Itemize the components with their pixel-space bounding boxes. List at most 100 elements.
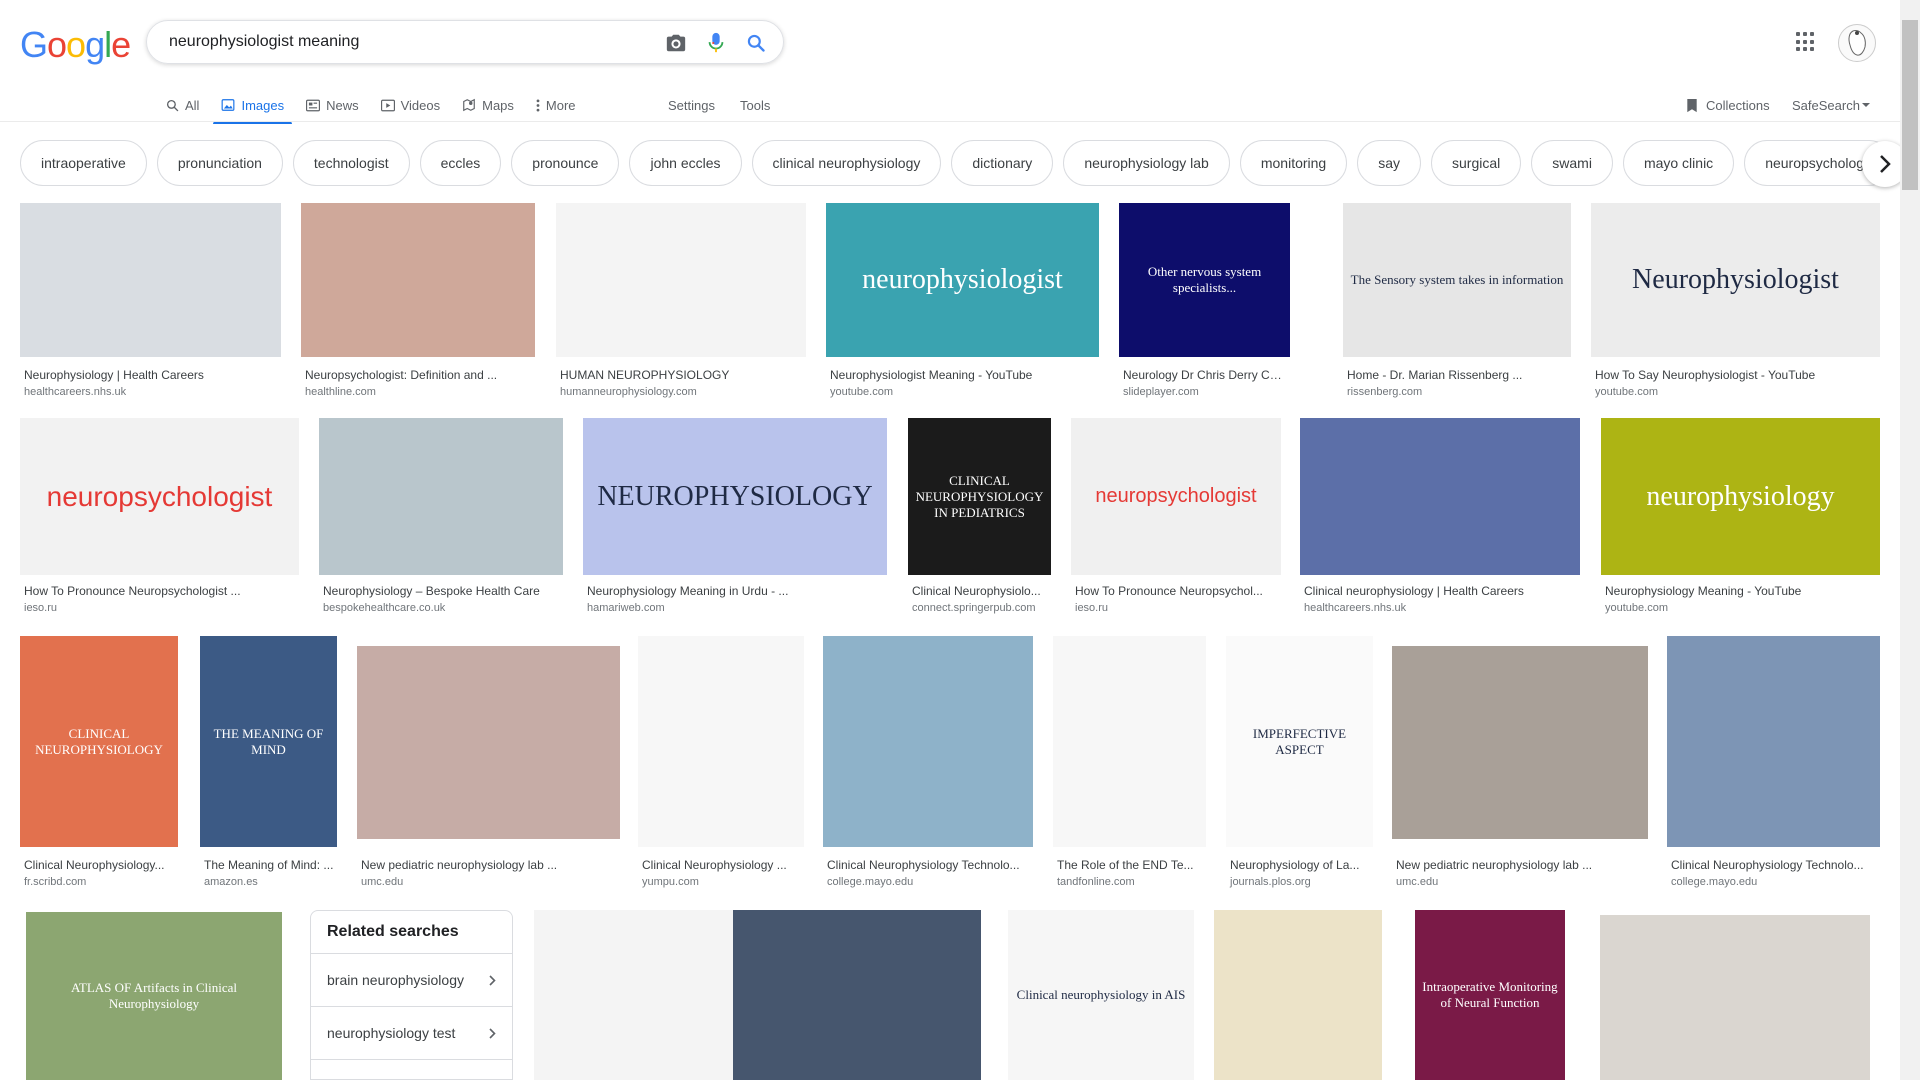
chevron-right-icon xyxy=(1878,154,1892,174)
result-title[interactable]: How To Pronounce Neuropsychologist ... xyxy=(24,584,297,598)
chip-pronounce[interactable]: pronounce xyxy=(511,140,620,186)
result-thumbnail[interactable]: ATLAS OF Artifacts in Clinical Neurophys… xyxy=(26,912,282,1080)
result-thumbnail[interactable] xyxy=(319,418,563,575)
result-title[interactable]: Clinical Neurophysiology... xyxy=(24,858,176,872)
chip-neurophysiology-lab[interactable]: neurophysiology lab xyxy=(1063,140,1230,186)
result-title[interactable]: Home - Dr. Marian Rissenberg ... xyxy=(1347,368,1569,382)
tools-link[interactable]: Tools xyxy=(740,88,770,122)
result-title[interactable]: Neurophysiology Meaning - YouTube xyxy=(1605,584,1878,598)
result-thumbnail[interactable] xyxy=(1053,636,1206,847)
chip-swami[interactable]: swami xyxy=(1531,140,1613,186)
chip-technologist[interactable]: technologist xyxy=(292,140,410,186)
result-title[interactable]: Clinical Neurophysiology ... xyxy=(642,858,802,872)
chip-clinical-neurophysiology[interactable]: clinical neurophysiology xyxy=(751,140,942,186)
tab-maps[interactable]: Maps xyxy=(462,88,514,122)
video-icon xyxy=(380,99,395,112)
result-title[interactable]: Neurophysiology – Bespoke Health Care xyxy=(323,584,561,598)
result-title[interactable]: Clinical neurophysiology | Health Career… xyxy=(1304,584,1578,598)
search-box[interactable] xyxy=(146,20,784,64)
result-thumbnail[interactable] xyxy=(20,203,281,357)
result-thumbnail[interactable]: IMPERFECTIVE ASPECT xyxy=(1226,636,1373,847)
result-title[interactable]: Clinical Neurophysiology Technolo... xyxy=(827,858,1031,872)
result-thumbnail[interactable] xyxy=(1392,646,1648,839)
result-title[interactable]: How To Pronounce Neuropsychol... xyxy=(1075,584,1279,598)
result-thumbnail[interactable] xyxy=(1214,910,1382,1080)
result-thumbnail[interactable]: Neurophysiologist xyxy=(1591,203,1880,357)
result-title[interactable]: New pediatric neurophysiology lab ... xyxy=(1396,858,1646,872)
result-thumbnail[interactable]: CLINICAL NEUROPHYSIOLOGY xyxy=(20,636,178,847)
tab-all[interactable]: All xyxy=(166,88,199,122)
result-source: umc.edu xyxy=(361,876,404,888)
image-icon xyxy=(221,98,235,112)
tab-videos[interactable]: Videos xyxy=(380,88,440,122)
result-source: healthcareers.nhs.uk xyxy=(24,386,127,398)
result-thumbnail[interactable]: Intraoperative Monitoring of Neural Func… xyxy=(1415,910,1565,1080)
search-icon[interactable] xyxy=(745,32,767,54)
result-title[interactable]: Clinical Neurophysiology Technolo... xyxy=(1671,858,1878,872)
related-search-item[interactable]: neurophysiology test xyxy=(311,1007,512,1060)
chip-intraoperative[interactable]: intraoperative xyxy=(20,140,147,186)
thumbnail-text: ATLAS OF Artifacts in Clinical Neurophys… xyxy=(70,980,238,1011)
result-title[interactable]: Neurophysiology | Health Careers xyxy=(24,368,279,382)
tab-more[interactable]: More xyxy=(536,88,576,122)
google-apps-icon[interactable] xyxy=(1796,32,1816,52)
result-thumbnail[interactable] xyxy=(1600,915,1870,1080)
microphone-icon[interactable] xyxy=(705,32,727,54)
result-thumbnail[interactable]: neurophysiologist xyxy=(826,203,1099,357)
result-thumbnail[interactable] xyxy=(1300,418,1580,575)
result-title[interactable]: Neuropsychologist: Definition and ... xyxy=(305,368,533,382)
chip-eccles[interactable]: eccles xyxy=(419,140,502,186)
result-thumbnail[interactable]: neurophysiology xyxy=(1601,418,1880,575)
result-thumbnail[interactable]: neuropsychologist xyxy=(1071,418,1281,575)
result-source: umc.edu xyxy=(1396,876,1439,888)
chip-mayo-clinic[interactable]: mayo clinic xyxy=(1622,140,1735,186)
result-thumbnail[interactable] xyxy=(733,910,981,1080)
tab-label: All xyxy=(185,97,200,113)
chip-john-eccles[interactable]: john eccles xyxy=(629,140,742,186)
collections-button[interactable]: Collections xyxy=(1686,88,1770,122)
result-thumbnail[interactable]: CLINICAL NEUROPHYSIOLOGY IN PEDIATRICS xyxy=(908,418,1051,575)
result-title[interactable]: Clinical Neurophysiolo... xyxy=(912,584,1049,598)
related-search-item[interactable]: brain neurophysiology xyxy=(311,954,512,1007)
result-thumbnail[interactable]: neuropsychologist xyxy=(20,418,299,575)
logo-letter: o xyxy=(66,24,86,65)
result-title[interactable]: Neurology Dr Chris Derry Consul... xyxy=(1123,368,1288,382)
result-title[interactable]: Neurophysiologist Meaning - YouTube xyxy=(830,368,1097,382)
related-search-label: brain neurophysiology xyxy=(327,972,464,988)
chip-pronunciation[interactable]: pronunciation xyxy=(156,140,283,186)
chip-surgical[interactable]: surgical xyxy=(1431,140,1522,186)
result-thumbnail[interactable] xyxy=(1667,636,1880,847)
result-title[interactable]: The Meaning of Mind: ... xyxy=(204,858,335,872)
result-title[interactable]: New pediatric neurophysiology lab ... xyxy=(361,858,618,872)
result-thumbnail[interactable] xyxy=(301,203,535,357)
tab-news[interactable]: News xyxy=(306,88,359,122)
result-title[interactable]: Neurophysiology Meaning in Urdu - ... xyxy=(587,584,885,598)
result-thumbnail[interactable] xyxy=(357,646,620,839)
result-thumbnail[interactable] xyxy=(534,910,734,1080)
result-title[interactable]: Neurophysiology of La... xyxy=(1230,858,1371,872)
result-title[interactable]: The Role of the END Te... xyxy=(1057,858,1204,872)
result-thumbnail[interactable]: Other nervous system specialists... xyxy=(1119,203,1290,357)
safesearch-dropdown[interactable]: SafeSearch xyxy=(1792,88,1870,122)
search-input[interactable] xyxy=(167,32,631,52)
scrollbar-thumb[interactable] xyxy=(1902,20,1918,190)
result-title[interactable]: How To Say Neurophysiologist - YouTube xyxy=(1595,368,1878,382)
camera-icon[interactable] xyxy=(665,32,687,54)
google-logo[interactable]: Google xyxy=(20,24,131,66)
chip-say[interactable]: say xyxy=(1357,140,1422,186)
chip-monitoring[interactable]: monitoring xyxy=(1239,140,1348,186)
chip-dictionary[interactable]: dictionary xyxy=(951,140,1054,186)
tab-images[interactable]: Images xyxy=(213,88,292,124)
result-thumbnail[interactable]: NEUROPHYSIOLOGY xyxy=(583,418,887,575)
result-thumbnail[interactable]: Clinical neurophysiology in AIS xyxy=(1008,910,1194,1080)
result-title[interactable]: HUMAN NEUROPHYSIOLOGY xyxy=(560,368,804,382)
thumbnail-text: The Sensory system takes in information xyxy=(1350,272,1564,287)
result-thumbnail[interactable] xyxy=(638,636,804,847)
logo-letter: G xyxy=(20,24,48,65)
settings-link[interactable]: Settings xyxy=(668,88,715,122)
result-thumbnail[interactable]: THE MEANING OF MIND xyxy=(200,636,337,847)
result-thumbnail[interactable]: The Sensory system takes in information xyxy=(1343,203,1571,357)
result-thumbnail[interactable] xyxy=(556,203,806,357)
account-avatar[interactable] xyxy=(1838,24,1876,62)
result-thumbnail[interactable] xyxy=(823,636,1033,847)
